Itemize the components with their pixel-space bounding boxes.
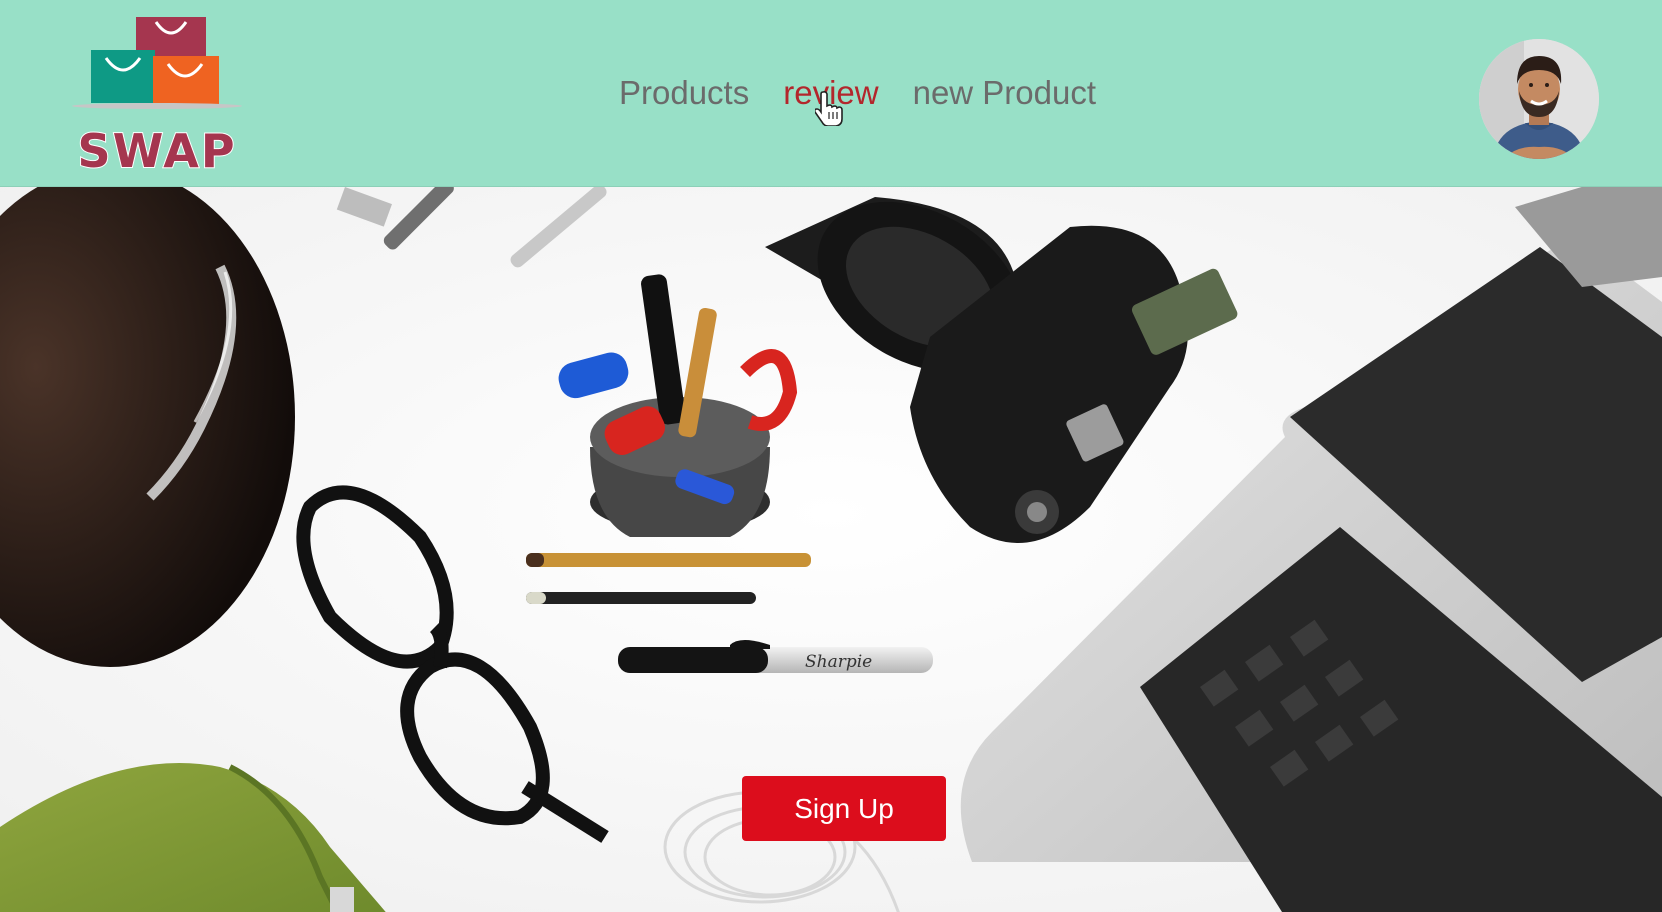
nav-link-new-product[interactable]: new Product bbox=[913, 70, 1096, 116]
marker-brand-text: Sharpie bbox=[805, 652, 872, 672]
user-avatar[interactable] bbox=[1479, 39, 1599, 159]
shopping-bags-logo-icon: SWAP bbox=[72, 17, 242, 179]
main-nav: Products review new Product bbox=[619, 70, 1096, 116]
logo-text: SWAP bbox=[77, 124, 236, 174]
hand-pointer-cursor-icon bbox=[815, 90, 843, 126]
top-navbar: SWAP Products review new Product bbox=[0, 0, 1662, 187]
nav-link-products[interactable]: Products bbox=[619, 70, 749, 116]
sign-up-button[interactable]: Sign Up bbox=[742, 776, 946, 841]
swap-logo[interactable]: SWAP bbox=[72, 14, 247, 179]
hero-section: Sharpie Sign Up bbox=[0, 187, 1662, 912]
user-avatar-icon bbox=[1479, 39, 1599, 159]
